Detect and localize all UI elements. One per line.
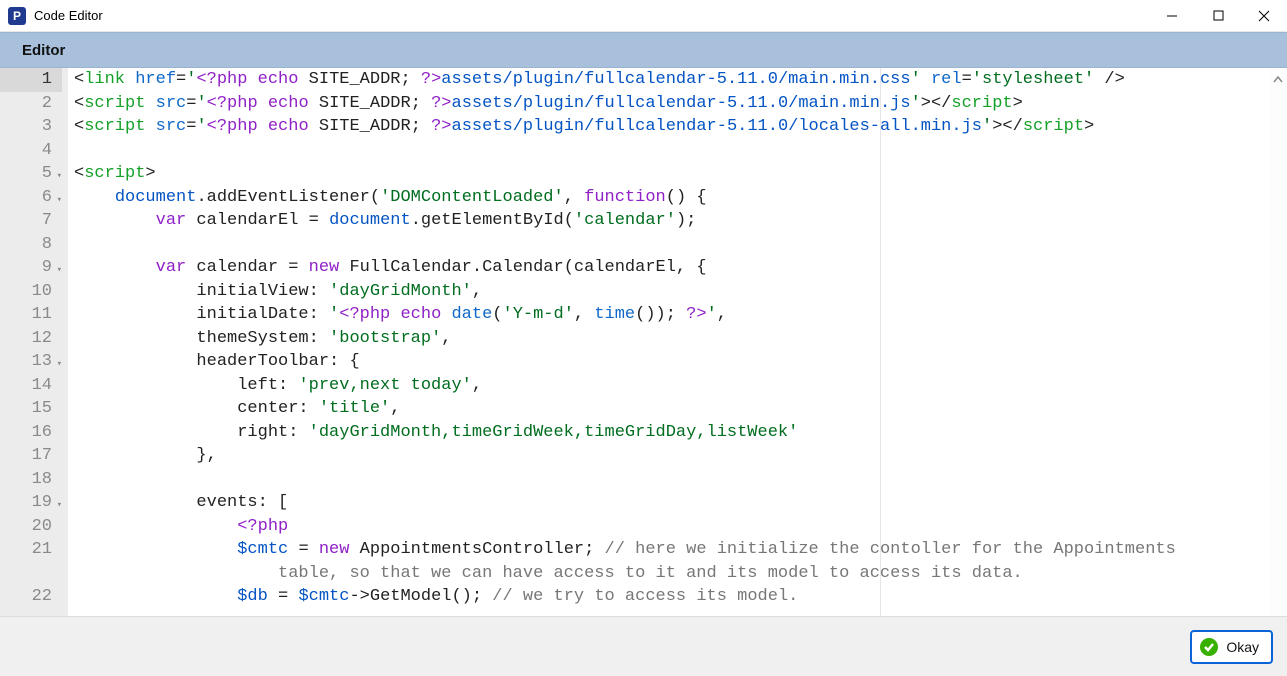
maximize-button[interactable] <box>1195 0 1241 31</box>
line-number[interactable]: 20 <box>0 515 62 539</box>
code-line[interactable]: <script src='<?php echo SITE_ADDR; ?>ass… <box>74 115 1287 139</box>
code-line[interactable]: $db = $cmtc->GetModel(); // we try to ac… <box>74 585 1287 609</box>
line-number-gutter[interactable]: 12345▾6▾789▾10111213▾141516171819▾202122 <box>0 68 68 616</box>
line-number[interactable]: 14 <box>0 374 62 398</box>
code-line[interactable]: initialDate: '<?php echo date('Y-m-d', t… <box>74 303 1287 327</box>
window-title: Code Editor <box>34 8 103 23</box>
line-number[interactable]: 8 <box>0 233 62 257</box>
code-line[interactable]: document.addEventListener('DOMContentLoa… <box>74 186 1287 210</box>
line-number[interactable]: 2 <box>0 92 62 116</box>
close-icon <box>1258 10 1270 22</box>
line-number[interactable]: 7 <box>0 209 62 233</box>
code-line[interactable]: themeSystem: 'bootstrap', <box>74 327 1287 351</box>
window-controls <box>1149 0 1287 31</box>
window-titlebar: P Code Editor <box>0 0 1287 32</box>
app-icon: P <box>8 7 26 25</box>
editor-section-header: Editor <box>0 32 1287 68</box>
minimize-button[interactable] <box>1149 0 1195 31</box>
code-editor[interactable]: 12345▾6▾789▾10111213▾141516171819▾202122… <box>0 68 1287 616</box>
line-number[interactable]: 12 <box>0 327 62 351</box>
code-line[interactable]: initialView: 'dayGridMonth', <box>74 280 1287 304</box>
code-line[interactable] <box>74 139 1287 163</box>
code-line[interactable] <box>74 468 1287 492</box>
line-number[interactable]: 3 <box>0 115 62 139</box>
line-number[interactable]: 15 <box>0 397 62 421</box>
line-number[interactable]: 5▾ <box>0 162 62 186</box>
code-line[interactable]: left: 'prev,next today', <box>74 374 1287 398</box>
line-number[interactable]: 13▾ <box>0 350 62 374</box>
vertical-scrollbar[interactable] <box>1269 68 1287 616</box>
code-line[interactable]: var calendar = new FullCalendar.Calendar… <box>74 256 1287 280</box>
code-content[interactable]: <link href='<?php echo SITE_ADDR; ?>asse… <box>68 68 1287 616</box>
editor-section-label: Editor <box>22 42 65 59</box>
line-number[interactable]: 9▾ <box>0 256 62 280</box>
code-line[interactable]: }, <box>74 444 1287 468</box>
line-number[interactable]: 10 <box>0 280 62 304</box>
maximize-icon <box>1213 10 1224 21</box>
code-line[interactable]: <script> <box>74 162 1287 186</box>
okay-button[interactable]: Okay <box>1190 630 1273 664</box>
code-line[interactable]: <?php <box>74 515 1287 539</box>
code-line[interactable]: headerToolbar: { <box>74 350 1287 374</box>
line-number[interactable]: 22 <box>0 585 62 609</box>
close-button[interactable] <box>1241 0 1287 31</box>
line-number[interactable]: 4 <box>0 139 62 163</box>
line-number[interactable]: 17 <box>0 444 62 468</box>
line-number[interactable]: 18 <box>0 468 62 492</box>
code-line[interactable] <box>74 233 1287 257</box>
line-number[interactable]: 6▾ <box>0 186 62 210</box>
minimize-icon <box>1166 10 1178 22</box>
code-line[interactable]: $cmtc = new AppointmentsController; // h… <box>74 538 1287 562</box>
code-line[interactable]: center: 'title', <box>74 397 1287 421</box>
code-line[interactable]: events: [ <box>74 491 1287 515</box>
code-line[interactable]: table, so that we can have access to it … <box>74 562 1287 586</box>
code-line[interactable]: <script src='<?php echo SITE_ADDR; ?>ass… <box>74 92 1287 116</box>
dialog-footer: Okay <box>0 616 1287 676</box>
line-number[interactable] <box>0 562 62 586</box>
line-number[interactable]: 19▾ <box>0 491 62 515</box>
line-number[interactable]: 1 <box>0 68 62 92</box>
line-number[interactable]: 16 <box>0 421 62 445</box>
okay-button-label: Okay <box>1226 639 1259 655</box>
check-icon <box>1200 638 1218 656</box>
line-number[interactable]: 21 <box>0 538 62 562</box>
app-icon-letter: P <box>13 9 21 23</box>
code-line[interactable]: var calendarEl = document.getElementById… <box>74 209 1287 233</box>
scroll-up-icon[interactable] <box>1271 72 1285 86</box>
code-line[interactable]: <link href='<?php echo SITE_ADDR; ?>asse… <box>74 68 1287 92</box>
code-line[interactable]: right: 'dayGridMonth,timeGridWeek,timeGr… <box>74 421 1287 445</box>
line-number[interactable]: 11 <box>0 303 62 327</box>
